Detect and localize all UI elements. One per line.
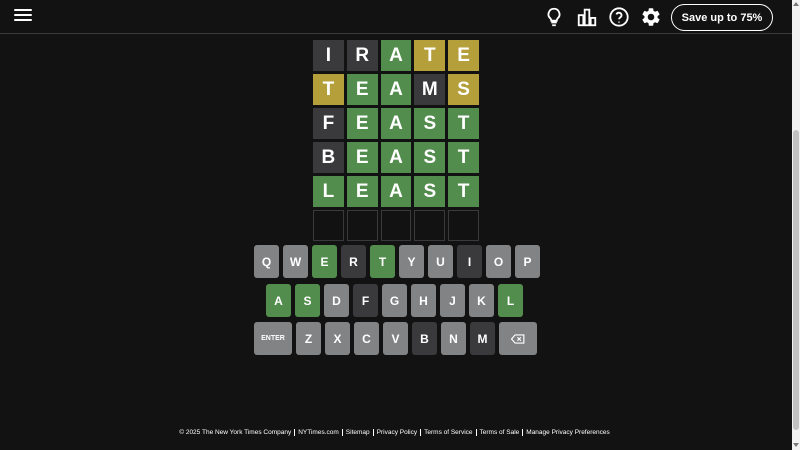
footer-link-sitemap[interactable]: Sitemap — [341, 429, 373, 436]
tile: S — [414, 108, 446, 139]
key-enter[interactable]: ENTER — [254, 322, 292, 355]
key-t[interactable]: T — [370, 245, 395, 278]
board-row-2: TEAMS — [313, 74, 479, 105]
keyboard-row-2: ASDFGHJKL — [266, 284, 523, 317]
backspace-icon — [511, 333, 525, 344]
tile: T — [448, 142, 479, 173]
tile — [380, 210, 412, 241]
question-mark-icon[interactable] — [608, 6, 630, 28]
tile: A — [380, 74, 412, 105]
tile: A — [380, 40, 412, 71]
tile: S — [414, 176, 446, 207]
key-w[interactable]: W — [283, 245, 308, 278]
key-i[interactable]: I — [457, 245, 482, 278]
tile — [346, 210, 378, 241]
tile: E — [448, 40, 479, 71]
footer: © 2025 The New York Times Company NYTimes… — [0, 429, 792, 436]
tile — [448, 210, 479, 241]
key-j[interactable]: J — [440, 284, 465, 317]
bar-chart-icon[interactable] — [576, 6, 598, 28]
copyright-text: © 2025 The New York Times Company — [179, 429, 292, 436]
tile: F — [313, 108, 344, 139]
key-b[interactable]: B — [412, 322, 437, 355]
key-a[interactable]: A — [266, 284, 291, 317]
tile: M — [414, 74, 446, 105]
key-backspace[interactable] — [499, 322, 537, 355]
tile — [313, 210, 344, 241]
tile — [414, 210, 446, 241]
footer-link-privacy-policy[interactable]: Privacy Policy — [372, 429, 421, 436]
scrollbar[interactable] — [792, 0, 800, 450]
tile: A — [380, 176, 412, 207]
scroll-up-arrow-icon[interactable] — [793, 2, 799, 6]
tile: E — [346, 74, 378, 105]
key-d[interactable]: D — [324, 284, 349, 317]
key-y[interactable]: Y — [399, 245, 424, 278]
tile: B — [313, 142, 344, 173]
footer-link-manage-privacy[interactable]: Manage Privacy Preferences — [522, 429, 613, 436]
tile: E — [346, 142, 378, 173]
board-row-5: LEAST — [313, 176, 479, 207]
tile: E — [346, 176, 378, 207]
key-o[interactable]: O — [486, 245, 511, 278]
key-h[interactable]: H — [411, 284, 436, 317]
key-z[interactable]: Z — [296, 322, 321, 355]
tile: T — [448, 108, 479, 139]
footer-link-nytimes[interactable]: NYTimes.com — [294, 429, 342, 436]
footer-link-terms-of-service[interactable]: Terms of Service — [420, 429, 476, 436]
tile: I — [313, 40, 344, 71]
key-v[interactable]: V — [383, 322, 408, 355]
key-c[interactable]: C — [354, 322, 379, 355]
key-m[interactable]: M — [470, 322, 495, 355]
key-e[interactable]: E — [312, 245, 337, 278]
tile: S — [414, 142, 446, 173]
scrollbar-thumb[interactable] — [793, 130, 799, 430]
key-g[interactable]: G — [382, 284, 407, 317]
key-q[interactable]: Q — [254, 245, 279, 278]
keyboard-row-1: QWERTYUIOP — [254, 245, 540, 278]
scroll-down-arrow-icon[interactable] — [793, 443, 799, 447]
key-l[interactable]: L — [498, 284, 523, 317]
key-n[interactable]: N — [441, 322, 466, 355]
game-board: IRATETEAMSFEASTBEASTLEAST — [313, 40, 479, 244]
hamburger-icon[interactable] — [14, 9, 32, 25]
key-r[interactable]: R — [341, 245, 366, 278]
tile: S — [448, 74, 479, 105]
tile: T — [414, 40, 446, 71]
gear-icon[interactable] — [640, 6, 662, 28]
board-row-4: BEAST — [313, 142, 479, 173]
key-x[interactable]: X — [325, 322, 350, 355]
tile: T — [313, 74, 344, 105]
key-p[interactable]: P — [515, 245, 540, 278]
tile: E — [346, 108, 378, 139]
key-k[interactable]: K — [469, 284, 494, 317]
key-u[interactable]: U — [428, 245, 453, 278]
top-bar: Save up to 75% — [0, 0, 792, 34]
save-up-to-75-button[interactable]: Save up to 75% — [671, 4, 773, 31]
board-row-3: FEAST — [313, 108, 479, 139]
tile: L — [313, 176, 344, 207]
footer-link-terms-of-sale[interactable]: Terms of Sale — [475, 429, 523, 436]
tile: T — [448, 176, 479, 207]
board-row-6 — [313, 210, 479, 241]
key-s[interactable]: S — [295, 284, 320, 317]
board-row-1: IRATE — [313, 40, 479, 71]
key-f[interactable]: F — [353, 284, 378, 317]
tile: A — [380, 108, 412, 139]
tile: R — [346, 40, 378, 71]
lightbulb-icon[interactable] — [543, 6, 565, 28]
tile: A — [380, 142, 412, 173]
keyboard-row-3: ENTER Z X C V B N M — [254, 322, 537, 355]
